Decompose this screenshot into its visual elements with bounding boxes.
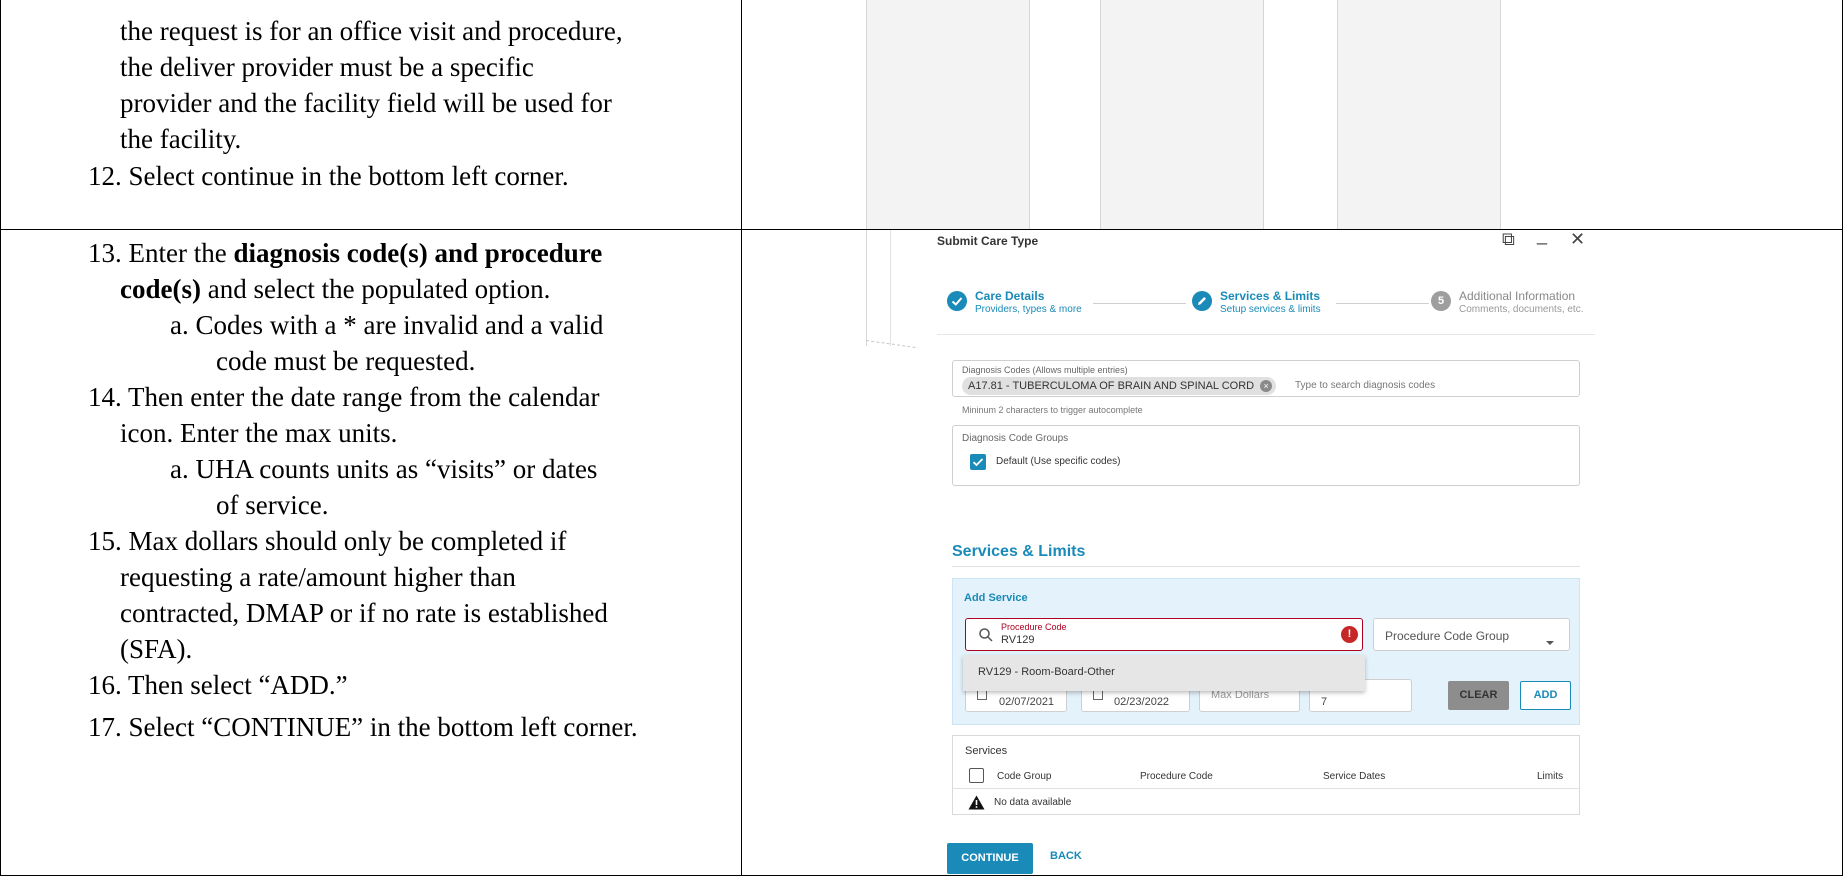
instruction-step-14a-cont: of service.: [216, 490, 329, 520]
step-number: 5: [1431, 291, 1451, 311]
pencil-icon: [1192, 291, 1212, 311]
procedure-code-label: Procedure Code: [1001, 622, 1067, 632]
instruction-step-14a: a. UHA counts units as “visits” or dates: [170, 454, 598, 484]
step-subtitle: Providers, types & more: [975, 304, 1082, 315]
instruction-continuation-line: the facility.: [120, 124, 242, 154]
fragment-divider: [1500, 0, 1501, 230]
fragment-divider: [1337, 0, 1338, 230]
table-border-left: [0, 0, 1, 876]
add-button[interactable]: ADD: [1520, 681, 1571, 710]
diagnosis-chip[interactable]: A17.81 - TUBERCULOMA OF BRAIN AND SPINAL…: [962, 377, 1277, 395]
diagnosis-hint: Mininum 2 characters to trigger autocomp…: [962, 405, 1143, 415]
instruction-step-13a: a. Codes with a * are invalid and a vali…: [170, 310, 604, 340]
instruction-step-12: 12. Select continue in the bottom left c…: [88, 161, 569, 191]
instruction-step-13-cont: code(s) and select the populated option.: [120, 274, 551, 304]
stepper-connector: [1336, 303, 1429, 304]
fragment-divider: [1100, 0, 1101, 230]
table-header-divider: [952, 788, 1580, 789]
start-date-value: 02/07/2021: [999, 696, 1055, 708]
instruction-step-16: 16. Then select “ADD.”: [88, 670, 348, 700]
no-data-text: No data available: [994, 797, 1072, 808]
default-option-label: Default (Use specific codes): [996, 456, 1121, 467]
add-service-title: Add Service: [964, 592, 1028, 604]
back-button[interactable]: BACK: [1050, 850, 1082, 862]
instruction-step-15-cont: contracted, DMAP or if no rate is establ…: [120, 598, 608, 628]
instruction-step-13: 13. Enter the diagnosis code(s) and proc…: [88, 238, 603, 268]
step-title: Care Details: [975, 289, 1045, 303]
stepper-connector: [1093, 303, 1186, 304]
popout-icon[interactable]: ⧉: [1502, 230, 1515, 248]
default-checkbox[interactable]: [970, 454, 986, 470]
fragment-divider: [1263, 0, 1264, 230]
chevron-down-icon: [1545, 633, 1555, 651]
chip-remove-icon[interactable]: ×: [1260, 380, 1273, 392]
select-all-checkbox[interactable]: [969, 768, 984, 783]
procedure-suggestion-item[interactable]: RV129 - Room-Board-Other: [978, 666, 1115, 678]
fragment-divider: [890, 230, 891, 346]
step-subtitle: Setup services & limits: [1220, 304, 1321, 315]
screenshot-fragment-panel-1: [866, 0, 1029, 230]
column-procedure-code[interactable]: Procedure Code: [1140, 771, 1213, 782]
error-icon: !: [1341, 626, 1358, 643]
instruction-continuation-line: provider and the facility field will be …: [120, 88, 612, 118]
instruction-continuation-line: the request is for an office visit and p…: [120, 16, 623, 46]
table-border-top-row-bottom: [0, 229, 1843, 230]
check-icon: [947, 291, 967, 311]
section-underline: [952, 566, 1580, 567]
fragment-divider: [866, 0, 867, 346]
diagnosis-codes-label: Diagnosis Codes (Allows multiple entries…: [962, 365, 1128, 375]
procedure-code-value: RV129: [1001, 634, 1035, 646]
procedure-suggestion-dropdown: RV129 - Room-Board-Other: [963, 655, 1365, 691]
calendar-icon[interactable]: [977, 690, 987, 700]
column-code-group[interactable]: Code Group: [997, 771, 1051, 782]
instruction-step-14: 14. Then enter the date range from the c…: [88, 382, 600, 412]
continue-button[interactable]: CONTINUE: [947, 843, 1033, 874]
column-service-dates[interactable]: Service Dates: [1323, 771, 1385, 782]
instruction-step-13a-cont: code must be requested.: [216, 346, 476, 376]
instruction-continuation-line: the deliver provider must be a specific: [120, 52, 534, 82]
diagnosis-search-placeholder[interactable]: Type to search diagnosis codes: [1295, 380, 1435, 391]
instruction-step-15-cont: requesting a rate/amount higher than: [120, 562, 516, 592]
chip-label: A17.81 - TUBERCULOMA OF BRAIN AND SPINAL…: [968, 380, 1255, 392]
screenshot-fragment-panel-3: [1337, 0, 1500, 230]
table-column-divider: [741, 0, 742, 876]
diagnosis-code-groups-label: Diagnosis Code Groups: [962, 433, 1069, 444]
max-units-value: 7: [1321, 696, 1328, 708]
step-subtitle: Comments, documents, etc.: [1459, 304, 1584, 315]
warning-icon: [968, 795, 985, 815]
step-title: Services & Limits: [1220, 289, 1321, 303]
step-title: Additional Information: [1459, 289, 1576, 303]
clear-button[interactable]: CLEAR: [1448, 681, 1509, 710]
end-date-value: 02/23/2022: [1114, 696, 1170, 708]
minimize-icon[interactable]: _: [1537, 226, 1547, 244]
close-icon[interactable]: ✕: [1570, 230, 1585, 248]
screenshot-fragment-panel-2: [1100, 0, 1263, 230]
services-limits-heading: Services & Limits: [952, 543, 1086, 560]
fragment-divider: [1029, 0, 1030, 230]
stepper-divider: [937, 334, 1595, 335]
services-table-title: Services: [965, 745, 1008, 757]
column-limits[interactable]: Limits: [1537, 771, 1563, 782]
instruction-step-15: 15. Max dollars should only be completed…: [88, 526, 567, 556]
instruction-step-14-cont: icon. Enter the max units.: [120, 418, 398, 448]
dialog-title: Submit Care Type: [937, 234, 1039, 248]
instruction-step-15-cont: (SFA).: [120, 634, 193, 664]
procedure-code-group-placeholder: Procedure Code Group: [1385, 629, 1510, 643]
instruction-step-17: 17. Select “CONTINUE” in the bottom left…: [88, 712, 638, 742]
calendar-icon[interactable]: [1093, 690, 1103, 700]
search-icon: [978, 627, 994, 648]
